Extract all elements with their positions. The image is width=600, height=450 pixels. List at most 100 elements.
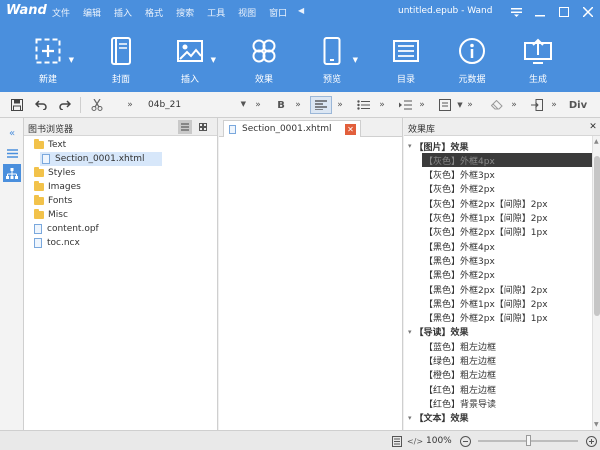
toolbar-overflow-icon[interactable]: » <box>464 96 476 114</box>
zoom-out-icon[interactable] <box>458 434 472 448</box>
effect-item[interactable]: 【蓝色】粗左边框 <box>424 339 496 353</box>
menu-tools[interactable]: 工具 <box>207 6 225 19</box>
new-dropdown-icon[interactable]: ▼ <box>69 56 74 64</box>
import-icon[interactable] <box>528 96 546 114</box>
toolbar-overflow-icon[interactable]: » <box>252 96 264 114</box>
close-tab-icon[interactable]: ✕ <box>345 124 356 135</box>
new-button[interactable]: 新建 ▼ <box>18 24 78 92</box>
editor-area[interactable]: Section_0001.xhtml ✕ <box>219 118 403 430</box>
expand-arrow-icon[interactable]: ▾ <box>408 328 412 336</box>
effect-item[interactable]: 【黑色】外框2px【间隙】1px <box>424 311 548 325</box>
menu-view[interactable]: 视图 <box>238 6 256 19</box>
effect-group[interactable]: ▾ 【文本】效果 <box>408 411 469 425</box>
menu-file[interactable]: 文件 <box>52 6 70 19</box>
cut-icon[interactable] <box>88 96 106 114</box>
div-button[interactable]: Div <box>566 96 590 114</box>
scroll-up-icon[interactable]: ▲ <box>594 138 599 145</box>
effects-library-header: 效果库 ✕ <box>404 118 600 136</box>
menu-edit[interactable]: 编辑 <box>83 6 101 19</box>
zoom-slider-thumb[interactable] <box>526 435 531 446</box>
toolbar-overflow-icon[interactable]: » <box>124 96 136 114</box>
tree-folder-fonts[interactable]: Fonts <box>34 194 72 208</box>
tab-section-0001[interactable]: Section_0001.xhtml ✕ <box>223 120 361 137</box>
insert-block-icon[interactable] <box>436 96 454 114</box>
insert-button[interactable]: 插入 ▼ <box>160 24 220 92</box>
effect-item[interactable]: 【橙色】粗左边框 <box>424 368 496 382</box>
undo-icon[interactable] <box>32 96 50 114</box>
new-label: 新建 <box>38 75 57 85</box>
menu-format[interactable]: 格式 <box>145 6 163 19</box>
options-menu-icon[interactable] <box>504 0 528 24</box>
tree-folder-styles[interactable]: Styles <box>34 166 75 180</box>
toolbar-overflow-icon[interactable]: » <box>376 96 388 114</box>
preview-dropdown-icon[interactable]: ▼ <box>353 56 358 64</box>
effect-label: 【红色】粗左边框 <box>424 385 497 396</box>
list-icon[interactable] <box>354 96 372 114</box>
effect-item[interactable]: 【黑色】外框4px <box>424 239 495 253</box>
effect-item[interactable]: 【灰色】外框2px <box>424 182 495 196</box>
effect-item[interactable]: 【绿色】粗左边框 <box>424 354 496 368</box>
restore-icon[interactable] <box>552 0 576 24</box>
toolbar-overflow-icon[interactable]: » <box>416 96 428 114</box>
save-icon[interactable] <box>8 96 26 114</box>
scroll-down-icon[interactable]: ▼ <box>594 421 599 428</box>
expand-arrow-icon[interactable]: ▾ <box>408 414 412 422</box>
metadata-button[interactable]: 元数据 <box>442 24 502 92</box>
close-icon[interactable] <box>576 0 600 24</box>
tree-folder-text[interactable]: Text <box>34 138 66 152</box>
toc-button[interactable]: 目录 <box>376 24 436 92</box>
cover-button[interactable]: 封面 <box>91 24 151 92</box>
toolbar-overflow-icon[interactable]: » <box>508 96 520 114</box>
effect-item[interactable]: 【灰色】外框4px <box>422 153 597 168</box>
book-browser-title: 图书浏览器 <box>28 125 74 135</box>
collapse-ribbon-icon[interactable]: ◀ <box>298 6 304 15</box>
style-combo[interactable]: 04b_21 ▼ <box>148 96 246 114</box>
code-view-icon[interactable]: </> <box>407 434 423 448</box>
scrollbar-thumb[interactable] <box>594 156 600 316</box>
indent-icon[interactable] <box>396 96 414 114</box>
preview-button[interactable]: 预览 ▼ <box>302 24 362 92</box>
effect-item[interactable]: 【灰色】外框2px【间隙】2px <box>424 196 548 210</box>
minimize-icon[interactable] <box>528 0 552 24</box>
collapse-panel-icon[interactable]: « <box>3 124 21 142</box>
list-view-icon[interactable] <box>178 120 192 134</box>
grid-view-icon[interactable] <box>196 120 210 134</box>
outline-list-icon[interactable] <box>3 144 21 162</box>
close-panel-icon[interactable]: ✕ <box>586 120 600 134</box>
toolbar-overflow-icon[interactable]: » <box>548 96 560 114</box>
toolbar-overflow-icon[interactable]: » <box>334 96 346 114</box>
effect-group[interactable]: ▾ 【导读】效果 <box>408 325 469 339</box>
tree-file-section[interactable]: Section_0001.xhtml <box>40 152 162 166</box>
effect-item[interactable]: 【灰色】外框2px【间隙】1px <box>424 225 548 239</box>
tree-folder-misc[interactable]: Misc <box>34 208 68 222</box>
insert-dropdown-icon[interactable]: ▼ <box>211 56 216 64</box>
menu-window[interactable]: 窗口 <box>269 6 287 19</box>
effect-item[interactable]: 【黑色】外框3px <box>424 253 495 267</box>
effect-item[interactable]: 【灰色】外框3px <box>424 168 495 182</box>
zoom-in-icon[interactable] <box>584 434 598 448</box>
effect-item[interactable]: 【灰色】外框1px【间隙】2px <box>424 211 548 225</box>
toolbar-overflow-icon[interactable]: » <box>292 96 304 114</box>
eraser-icon[interactable] <box>488 96 506 114</box>
tree-file-content-opf[interactable]: content.opf <box>34 222 99 236</box>
tree-folder-images[interactable]: Images <box>34 180 81 194</box>
align-left-button[interactable] <box>310 96 332 114</box>
chevron-down-icon[interactable]: ▼ <box>456 96 464 114</box>
effect-item[interactable]: 【红色】背景导读 <box>424 396 496 410</box>
effects-scrollbar[interactable]: ▲ ▼ <box>592 136 600 430</box>
effects-button[interactable]: 效果 <box>234 24 294 92</box>
bold-button[interactable]: B <box>272 96 290 114</box>
book-tree-icon[interactable] <box>3 164 21 182</box>
effect-group[interactable]: ▾ 【图片】效果 <box>408 139 469 153</box>
effect-item[interactable]: 【红色】粗左边框 <box>424 382 496 396</box>
menu-search[interactable]: 搜索 <box>176 6 194 19</box>
effect-item[interactable]: 【黑色】外框2px【间隙】2px <box>424 282 548 296</box>
menu-insert[interactable]: 插入 <box>114 6 132 19</box>
page-view-icon[interactable] <box>390 434 404 448</box>
tree-file-toc-ncx[interactable]: toc.ncx <box>34 236 80 250</box>
effect-item[interactable]: 【黑色】外框1px【间隙】2px <box>424 296 548 310</box>
expand-arrow-icon[interactable]: ▾ <box>408 142 412 150</box>
effect-item[interactable]: 【黑色】外框2px <box>424 268 495 282</box>
generate-button[interactable]: 生成 <box>508 24 568 92</box>
redo-icon[interactable] <box>56 96 74 114</box>
